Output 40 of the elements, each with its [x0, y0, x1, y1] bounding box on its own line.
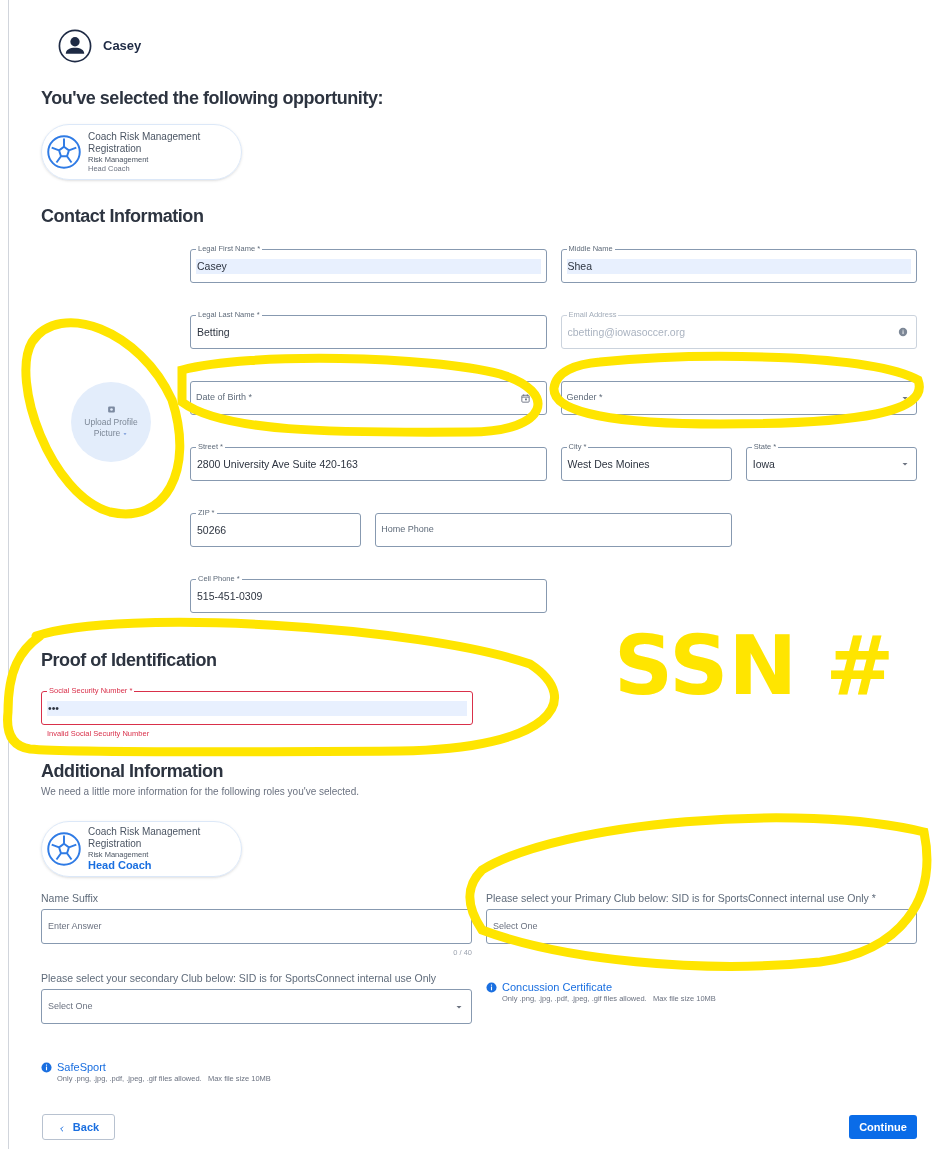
- question-label: Please select your secondary Club below: SID is for SportsConnect internal use Only: [41, 971, 438, 985]
- question-label: Name Suffix: [41, 891, 99, 905]
- back-button[interactable]: Back: [42, 1114, 115, 1140]
- continue-button[interactable]: Continue: [849, 1115, 917, 1139]
- handwritten-note: SSN #: [613, 625, 896, 707]
- opportunity-title: Coach Risk Management Registration: [88, 826, 202, 850]
- opportunity-title: Coach Risk Management Registration: [88, 131, 202, 155]
- dropdown-field[interactable]: Select One: [486, 909, 917, 944]
- placeholder-text: Select One: [48, 999, 94, 1013]
- upload-photo-button[interactable]: Upload Profile Picture: [71, 382, 151, 462]
- text-field[interactable]: Home Phone: [375, 513, 732, 547]
- info-icon: [41, 1061, 52, 1073]
- field-label: Gender *: [566, 391, 604, 405]
- section-subtitle: We need a little more information for the following roles you've selected.: [41, 786, 360, 798]
- section-heading: Contact Information: [41, 205, 205, 228]
- dropdown-field[interactable]: Gender *: [560, 381, 917, 415]
- role-name: Head Coach: [88, 859, 153, 872]
- date-field[interactable]: Date of Birth *: [190, 381, 547, 415]
- placeholder-text: Select One: [493, 919, 539, 933]
- info-icon: [898, 327, 908, 337]
- calendar-icon: [519, 392, 531, 404]
- dropdown-field[interactable]: Select One: [41, 989, 472, 1024]
- user-name: Casey: [103, 37, 142, 56]
- placeholder-text: Enter Answer: [48, 919, 102, 933]
- section-heading: Proof of Identification: [41, 649, 218, 672]
- question-label: Please select your Primary Club below: SID is for SportsConnect internal use Only *: [486, 891, 877, 905]
- soccer-ball-icon: [46, 831, 82, 867]
- soccer-ball-icon: [46, 134, 82, 170]
- upload-link[interactable]: SafeSport: [57, 1060, 106, 1074]
- section-heading: Additional Information: [41, 760, 225, 783]
- avatar-icon: [58, 29, 92, 63]
- caret-icon: [122, 430, 129, 437]
- section-heading: You've selected the following opportunity:: [41, 87, 385, 110]
- info-icon: [486, 981, 497, 993]
- field-label: Home Phone: [381, 523, 435, 537]
- field-label: Date of Birth *: [196, 391, 254, 405]
- chevron-left-icon: [57, 1124, 66, 1133]
- text-field[interactable]: Enter Answer: [41, 909, 472, 944]
- upload-link[interactable]: Concussion Certificate: [502, 980, 613, 994]
- image-icon: [106, 405, 116, 414]
